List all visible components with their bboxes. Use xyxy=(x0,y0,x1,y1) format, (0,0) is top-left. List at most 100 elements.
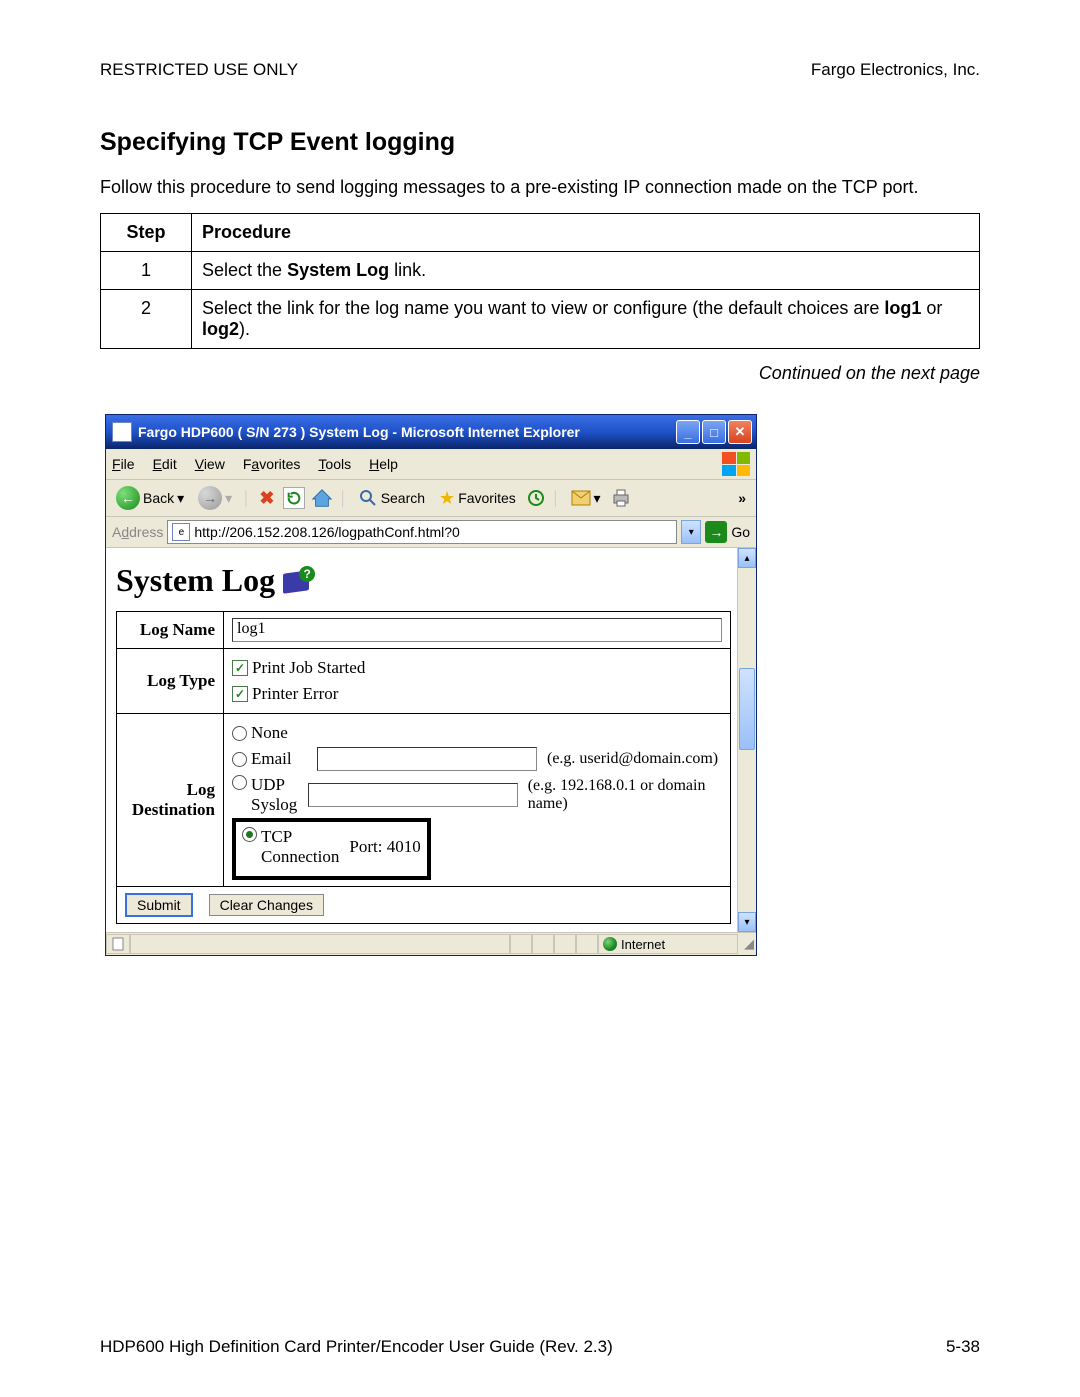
home-button[interactable] xyxy=(311,488,333,508)
forward-button[interactable]: → ▾ xyxy=(194,484,236,512)
menubar: File Edit View Favorites Tools Help xyxy=(106,449,756,480)
back-icon: ← xyxy=(116,486,140,510)
config-form: Log Name log1 Log Type ✓ Print Job Start… xyxy=(116,611,731,887)
radio-udp[interactable]: UDPSyslog xyxy=(232,775,298,815)
go-button[interactable]: → xyxy=(705,521,727,543)
refresh-button[interactable] xyxy=(283,487,305,509)
status-page-icon xyxy=(106,934,130,954)
log-name-label: Log Name xyxy=(117,612,224,649)
mail-icon xyxy=(571,488,591,508)
home-icon xyxy=(311,488,333,508)
window-title: Fargo HDP600 ( S/N 273 ) System Log - Mi… xyxy=(138,424,676,440)
back-button[interactable]: ← Back ▾ xyxy=(112,484,188,512)
mail-button[interactable]: ▾ xyxy=(567,486,605,510)
toolbar-overflow[interactable]: » xyxy=(738,490,750,506)
checkbox-icon: ✓ xyxy=(232,686,248,702)
statusbar: Internet ◢ xyxy=(106,932,756,955)
chevron-down-icon: ▾ xyxy=(177,490,184,507)
windows-logo-icon xyxy=(722,452,750,476)
titlebar: e Fargo HDP600 ( S/N 273 ) System Log - … xyxy=(106,415,756,449)
table-row: 1 Select the System Log link. xyxy=(101,252,980,290)
udp-input[interactable] xyxy=(308,783,518,807)
toolbar: ← Back ▾ → ▾ │ ✖ │ Search xyxy=(106,480,756,517)
radio-icon xyxy=(242,827,257,842)
print-button[interactable] xyxy=(611,488,631,508)
log-name-input[interactable]: log1 xyxy=(232,618,722,642)
checkbox-icon: ✓ xyxy=(232,660,248,676)
tcp-port: Port: 4010 xyxy=(349,837,420,857)
minimize-button[interactable]: _ xyxy=(676,420,700,444)
email-hint: (e.g. userid@domain.com) xyxy=(547,750,718,768)
close-button[interactable]: ✕ xyxy=(728,420,752,444)
printer-icon xyxy=(611,489,631,507)
checkbox-print-job[interactable]: ✓ Print Job Started xyxy=(232,658,365,678)
tcp-highlight: TCPConnection Port: 4010 xyxy=(232,818,431,880)
resize-grip-icon[interactable]: ◢ xyxy=(738,936,756,952)
footer-left: HDP600 High Definition Card Printer/Enco… xyxy=(100,1337,613,1357)
forward-icon: → xyxy=(198,486,222,510)
radio-email[interactable]: Email xyxy=(232,749,307,769)
maximize-button[interactable]: □ xyxy=(702,420,726,444)
go-label: Go xyxy=(731,524,750,540)
refresh-icon xyxy=(286,490,302,506)
history-icon xyxy=(526,488,546,508)
globe-icon xyxy=(603,937,617,951)
log-type-label: Log Type xyxy=(117,649,224,714)
book-help-icon: ? xyxy=(283,568,313,594)
radio-tcp[interactable]: TCPConnection xyxy=(242,827,339,867)
favorites-button[interactable]: ★ Favorites xyxy=(435,486,520,511)
page-content: System Log ? Log Name log1 Log Type xyxy=(106,548,737,932)
submit-button[interactable]: Submit xyxy=(125,893,193,917)
address-input[interactable]: e http://206.152.208.126/logpathConf.htm… xyxy=(167,520,677,544)
address-bar: Address e http://206.152.208.126/logpath… xyxy=(106,517,756,548)
address-dropdown[interactable]: ▾ xyxy=(681,520,701,544)
scroll-thumb[interactable] xyxy=(739,668,755,750)
radio-icon xyxy=(232,726,247,741)
search-button[interactable]: Search xyxy=(354,486,429,510)
header-left: RESTRICTED USE ONLY xyxy=(100,60,298,80)
address-value: http://206.152.208.126/logpathConf.html?… xyxy=(194,524,459,540)
table-row: 2 Select the link for the log name you w… xyxy=(101,290,980,349)
menu-view[interactable]: View xyxy=(195,456,225,472)
submit-row: Submit Clear Changes xyxy=(116,887,731,924)
radio-icon xyxy=(232,752,247,767)
vertical-scrollbar[interactable]: ▴ ▾ xyxy=(737,548,756,932)
history-button[interactable] xyxy=(526,488,546,508)
radio-none[interactable]: None xyxy=(232,723,288,743)
step-text: Select the link for the log name you wan… xyxy=(192,290,980,349)
section-title: Specifying TCP Event logging xyxy=(100,128,980,157)
page-icon: e xyxy=(172,523,190,541)
scroll-up-icon[interactable]: ▴ xyxy=(738,548,756,568)
ie-app-icon: e xyxy=(112,422,132,442)
chevron-down-icon: ▾ xyxy=(594,490,601,507)
menu-tools[interactable]: Tools xyxy=(318,456,351,472)
doc-footer: HDP600 High Definition Card Printer/Enco… xyxy=(100,1337,980,1357)
step-number: 1 xyxy=(101,252,192,290)
continued-note: Continued on the next page xyxy=(100,363,980,384)
col-procedure: Procedure xyxy=(192,214,980,252)
udp-hint: (e.g. 192.168.0.1 or domain name) xyxy=(528,777,722,813)
procedure-table: Step Procedure 1 Select the System Log l… xyxy=(100,213,980,349)
menu-file[interactable]: File xyxy=(112,456,135,472)
log-destination-label: LogDestination xyxy=(117,714,224,887)
radio-icon xyxy=(232,775,247,790)
ie-window: e Fargo HDP600 ( S/N 273 ) System Log - … xyxy=(105,414,757,956)
menu-favorites[interactable]: Favorites xyxy=(243,456,301,472)
star-icon: ★ xyxy=(439,488,455,509)
page-heading: System Log ? xyxy=(116,562,731,599)
stop-button[interactable]: ✖ xyxy=(257,488,277,508)
menu-help[interactable]: Help xyxy=(369,456,398,472)
intro-text: Follow this procedure to send logging me… xyxy=(100,175,980,199)
col-step: Step xyxy=(101,214,192,252)
status-text xyxy=(130,934,510,954)
scroll-track[interactable] xyxy=(738,568,756,912)
checkbox-printer-error[interactable]: ✓ Printer Error xyxy=(232,684,338,704)
menu-edit[interactable]: Edit xyxy=(153,456,177,472)
step-text: Select the System Log link. xyxy=(192,252,980,290)
doc-header: RESTRICTED USE ONLY Fargo Electronics, I… xyxy=(100,60,980,80)
search-icon xyxy=(358,488,378,508)
scroll-down-icon[interactable]: ▾ xyxy=(738,912,756,932)
footer-right: 5-38 xyxy=(946,1337,980,1357)
email-input[interactable] xyxy=(317,747,537,771)
clear-changes-button[interactable]: Clear Changes xyxy=(209,894,324,916)
